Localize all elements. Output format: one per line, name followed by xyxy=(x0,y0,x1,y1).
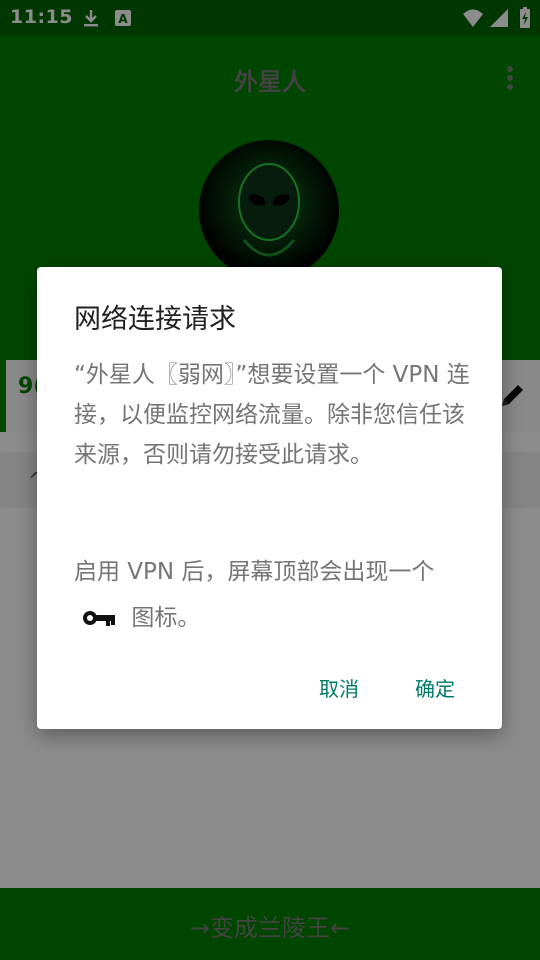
dialog-footer-text: 启用 VPN 后，屏幕顶部会出现一个 图标。 xyxy=(74,549,474,641)
dialog-title: 网络连接请求 xyxy=(74,304,236,335)
key-icon xyxy=(83,611,115,626)
footer-text-after-icon: 图标。 xyxy=(131,605,201,631)
footer-text-before-icon: 启用 VPN 后，屏幕顶部会出现一个 xyxy=(74,559,435,585)
cancel-button[interactable]: 取消 xyxy=(319,673,359,702)
confirm-button[interactable]: 确定 xyxy=(415,673,455,702)
vpn-request-dialog: 网络连接请求 “外星人〖弱网〗”想要设置一个 VPN 连接，以便监控网络流量。除… xyxy=(37,267,502,729)
dialog-message: “外星人〖弱网〗”想要设置一个 VPN 连接，以便监控网络流量。除非您信任该来源… xyxy=(74,362,470,468)
